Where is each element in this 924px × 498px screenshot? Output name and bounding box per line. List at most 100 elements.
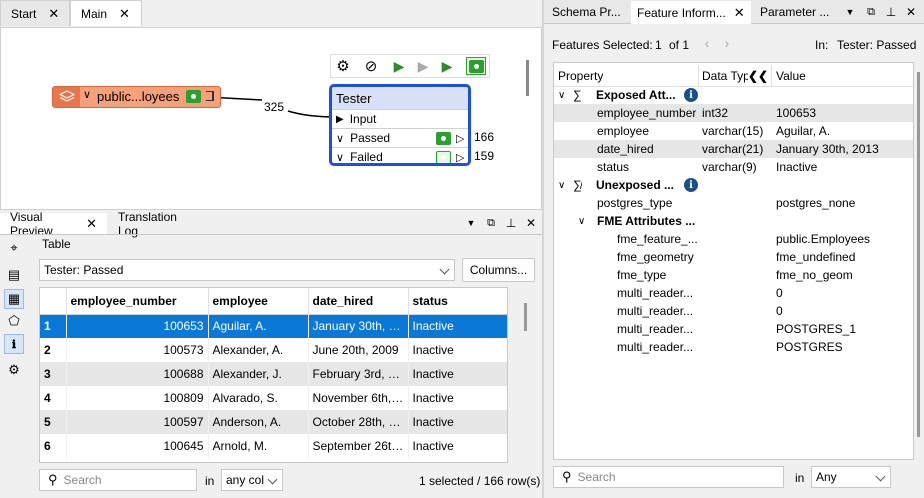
layout-icon[interactable]: ▤ [4,265,24,285]
tree-row[interactable]: employee varchar(15) Aguilar, A. [554,122,913,140]
inspect-eye-icon[interactable] [466,57,486,75]
gear-icon[interactable]: ⚙ [334,57,352,75]
table-row[interactable]: 1 100653 Aguilar, A. January 30th, 2... … [40,314,507,338]
cell[interactable]: Aguilar, A. [208,314,309,338]
tab-parameter[interactable]: Parameter ... [754,1,836,23]
eye-icon[interactable] [186,90,201,103]
eye-icon[interactable] [436,150,451,163]
cell[interactable]: June 20th, 2009 [308,338,409,362]
tester-node[interactable]: Tester ▶ Input ∨ Passed ▷ ∨ Failed ▷ [329,84,471,166]
close-icon[interactable]: ✕ [86,216,97,232]
tree-row[interactable]: multi_reader... 0 [554,284,913,302]
cell[interactable]: February 3rd, 2... [308,362,409,386]
table-row[interactable]: 3 100688 Alexander, J. February 3rd, 2..… [40,362,507,386]
column-header[interactable]: employee_number [66,288,209,315]
columns-button[interactable]: Columns... [462,258,535,282]
select-tool-icon[interactable]: ⌖ [4,238,24,258]
tree-group-exposed[interactable]: ∨ ∑ Exposed Att... i [554,86,913,104]
tree-row[interactable]: fme_feature_... public.Employees [554,230,913,248]
column-header[interactable]: date_hired [308,288,409,315]
cell[interactable]: 100645 [66,434,209,458]
eye-icon[interactable] [436,131,451,145]
close-icon[interactable]: ✕ [904,5,918,19]
chevron-down-icon[interactable]: ∨ [83,88,91,101]
chevron-down-icon[interactable]: ∨ [336,151,344,164]
column-header[interactable]: Value [776,69,806,83]
reader-node[interactable]: ∨ public...loyees [52,86,221,108]
cell[interactable]: 100809 [66,386,209,410]
output-port-icon[interactable]: ▷ [456,132,464,145]
preview-search-input[interactable]: ⚲ Search [39,469,197,491]
tree-group-unexposed[interactable]: ∨ ∑̸ Unexposed ... i [554,176,913,194]
data-table[interactable]: employee_number employee date_hired stat… [39,287,508,463]
info-icon[interactable]: i [684,178,698,192]
tab-translation-log[interactable]: Translation Log [108,210,208,238]
feature-property-tree[interactable]: Property Data Typ ❮❮ Value ∨ ∑ Exposed A… [553,62,914,460]
tester-failed-port[interactable]: ∨ Failed ▷ [332,147,468,164]
settings-view-icon[interactable]: ⚙ [4,360,24,380]
table-select[interactable]: Tester: Passed [39,259,455,281]
cell[interactable]: November 6th, ... [308,386,409,410]
previous-icon[interactable]: ‹ [700,35,714,51]
cell[interactable]: Alexander, A. [208,338,309,362]
tree-row[interactable]: date_hired varchar(21) January 30th, 201… [554,140,913,158]
cell[interactable]: Inactive [408,410,507,434]
pin-icon[interactable]: ⊥ [504,216,518,230]
pin-icon[interactable]: ⊥ [884,5,898,19]
table-row[interactable]: 4 100809 Alvarado, S. November 6th, ... … [40,386,507,410]
dropdown-icon[interactable]: ▼ [464,216,478,230]
close-icon[interactable]: ✕ [734,5,745,21]
info-icon[interactable]: i [684,88,698,102]
table-view-icon[interactable]: ▦ [4,289,24,309]
cell[interactable]: October 28th, 2... [308,410,409,434]
cell[interactable]: Inactive [408,386,507,410]
cell[interactable]: Inactive [408,314,507,338]
cell[interactable]: Anderson, A. [208,410,309,434]
tree-row[interactable]: status varchar(9) Inactive [554,158,913,176]
tree-row[interactable]: multi_reader... 0 [554,302,913,320]
tree-row[interactable]: fme_geometry fme_undefined [554,248,913,266]
run-this-icon[interactable]: ▶ [438,57,456,75]
column-header[interactable]: employee [208,288,309,315]
panel-splitter[interactable] [542,0,544,498]
cell[interactable]: Inactive [408,362,507,386]
tree-row[interactable]: fme_type fme_no_geom [554,266,913,284]
chevron-down-icon[interactable]: ∨ [336,132,344,145]
tree-group-fme[interactable]: ∨ FME Attributes ... [554,212,913,230]
column-header[interactable]: Data Typ [702,69,748,83]
column-header[interactable]: status [408,288,507,315]
close-icon[interactable]: ✕ [524,216,538,230]
chevron-down-icon[interactable]: ∨ [558,180,565,191]
cell[interactable]: 100573 [66,338,209,362]
tree-row[interactable]: employee_number int32 100653 [554,104,913,122]
cell[interactable]: 100597 [66,410,209,434]
collapse-columns-icon[interactable]: ❮❮ [748,69,768,83]
cell[interactable]: 100653 [66,314,209,338]
disable-icon[interactable]: ⊘ [362,57,380,75]
tab-schema[interactable]: Schema Pr... [546,1,627,23]
column-header[interactable]: Property [558,69,603,83]
tree-row[interactable]: postgres_type postgres_none [554,194,913,212]
cell[interactable]: Alexander, J. [208,362,309,386]
scope-select[interactable]: Any [811,466,891,488]
table-row[interactable]: 2 100573 Alexander, A. June 20th, 2009 I… [40,338,507,362]
table-row[interactable]: 5 100597 Anderson, A. October 28th, 2...… [40,410,507,434]
dropdown-icon[interactable]: ▼ [843,5,857,19]
cell[interactable]: Arnold, M. [208,434,309,458]
table-scrollbar[interactable] [524,303,527,331]
tree-row[interactable]: multi_reader... POSTGRES_1 [554,320,913,338]
cell[interactable]: Inactive [408,338,507,362]
tab-visual-preview[interactable]: Visual Preview ✕ [0,210,107,238]
tab-feature-information[interactable]: Feature Inform... ✕ [631,1,751,24]
tree-scrollbar[interactable] [917,72,920,437]
chevron-down-icon[interactable]: ∨ [558,90,565,101]
chevron-down-icon[interactable]: ∨ [578,216,585,227]
table-row[interactable]: 6 100645 Arnold, M. September 26th... In… [40,434,507,458]
restore-icon[interactable]: ⧉ [864,5,878,19]
output-port-icon[interactable]: ▷ [456,151,464,164]
info-view-icon[interactable]: ℹ [4,334,24,354]
cell[interactable]: Alvarado, S. [208,386,309,410]
run-to-icon[interactable]: ▶ [390,57,408,75]
restore-icon[interactable]: ⧉ [484,216,498,230]
cell[interactable]: September 26th... [308,434,409,458]
